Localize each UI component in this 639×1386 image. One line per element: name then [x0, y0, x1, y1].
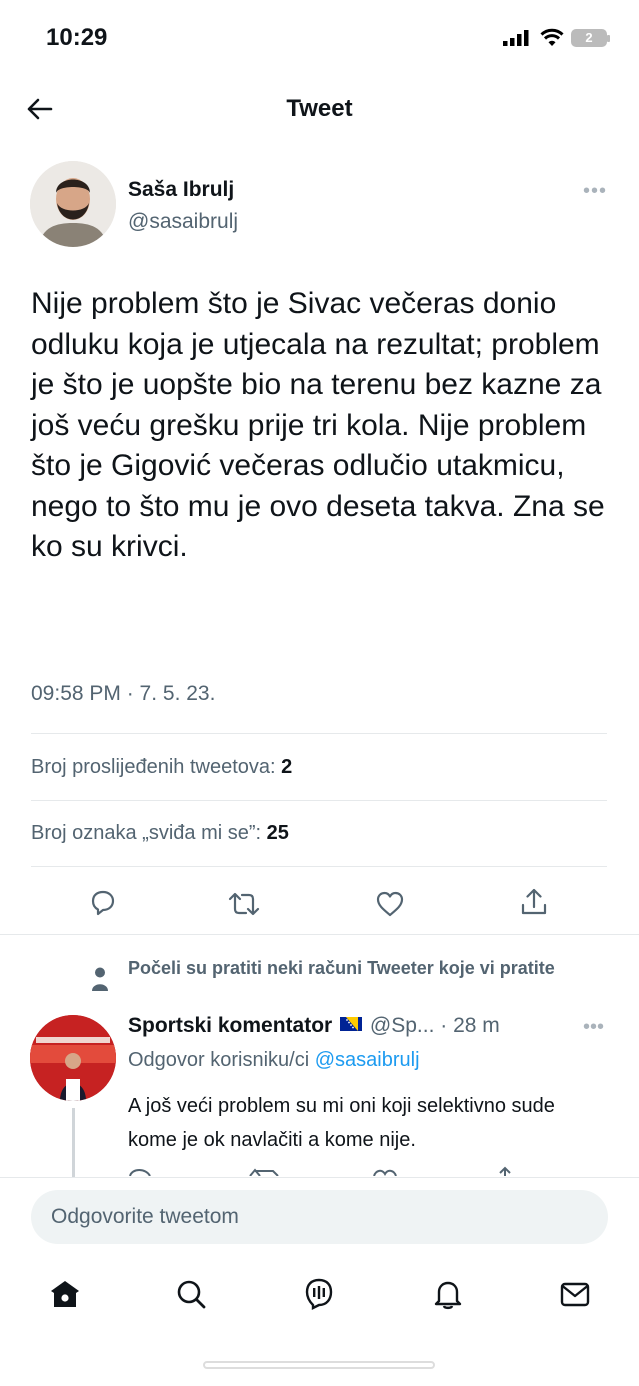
section-divider [0, 934, 639, 935]
cellular-signal-icon [503, 30, 529, 46]
author-avatar[interactable] [30, 161, 116, 247]
more-horizontal-icon[interactable]: ••• [583, 180, 607, 203]
search-icon[interactable] [174, 1277, 208, 1311]
bosnia-flag-icon [340, 1017, 363, 1031]
page-title: Tweet [286, 95, 353, 122]
retweet-icon[interactable] [226, 888, 262, 920]
home-indicator[interactable] [203, 1361, 435, 1369]
author-handle[interactable]: @sasaibrulj [128, 210, 238, 234]
like-count: 25 [266, 822, 289, 844]
reply-author-handle[interactable]: @Sp... [370, 1014, 435, 1037]
replying-to-label: Odgovor korisniku/ci [128, 1049, 315, 1071]
retweet-count: 2 [281, 756, 293, 778]
divider [31, 800, 607, 801]
reply-header: Sportski komentator @Sp... · 28 m [128, 1014, 500, 1038]
messages-icon[interactable] [558, 1277, 592, 1311]
replying-to: Odgovor korisniku/ci @sasaibrulj [128, 1049, 420, 1072]
retweet-stat[interactable]: Broj proslijeđenih tweetova: 2 [31, 756, 292, 779]
thread-line [72, 1108, 75, 1178]
home-icon[interactable] [48, 1277, 82, 1311]
comment-icon[interactable] [87, 887, 119, 919]
tweet-timestamp[interactable]: 09:58 PM · 7. 5. 23. [31, 682, 215, 706]
tweet-text: Nije problem što je Sivac večeras donio … [31, 287, 605, 563]
battery-icon: 2 [571, 29, 610, 47]
reply-author-name[interactable]: Sportski komentator [128, 1014, 332, 1037]
retweet-stat-label: Broj proslijeđenih tweetova: [31, 756, 282, 778]
reply-input[interactable] [31, 1190, 608, 1244]
reply-time: · 28 m [440, 1014, 500, 1037]
like-stat[interactable]: Broj oznaka „sviđa mi se”: 25 [31, 822, 289, 845]
spaces-icon[interactable] [302, 1277, 336, 1311]
reply-action-bar [129, 1166, 511, 1176]
notifications-icon[interactable] [431, 1277, 465, 1311]
reply-text: A još veći problem su mi oni koji selekt… [128, 1095, 555, 1151]
replying-to-handle[interactable]: @sasaibrulj [315, 1049, 420, 1071]
wifi-icon [540, 28, 564, 46]
retweet-icon [249, 1168, 279, 1176]
person-icon [92, 967, 108, 991]
status-time: 10:29 [46, 24, 108, 51]
divider [31, 866, 607, 867]
reply-author-avatar[interactable] [30, 1015, 116, 1101]
heart-icon[interactable] [374, 888, 406, 920]
share-icon [499, 1166, 511, 1176]
share-icon[interactable] [518, 886, 550, 918]
author-name[interactable]: Saša Ibrulj [128, 178, 234, 202]
reply-more-icon[interactable]: ••• [583, 1016, 604, 1039]
follow-context: Počeli su pratiti neki računi Tweeter ko… [128, 958, 555, 978]
like-stat-label: Broj oznaka „sviđa mi se”: [31, 822, 267, 844]
divider [31, 733, 607, 734]
comment-icon [129, 1169, 151, 1176]
heart-icon [373, 1169, 397, 1176]
